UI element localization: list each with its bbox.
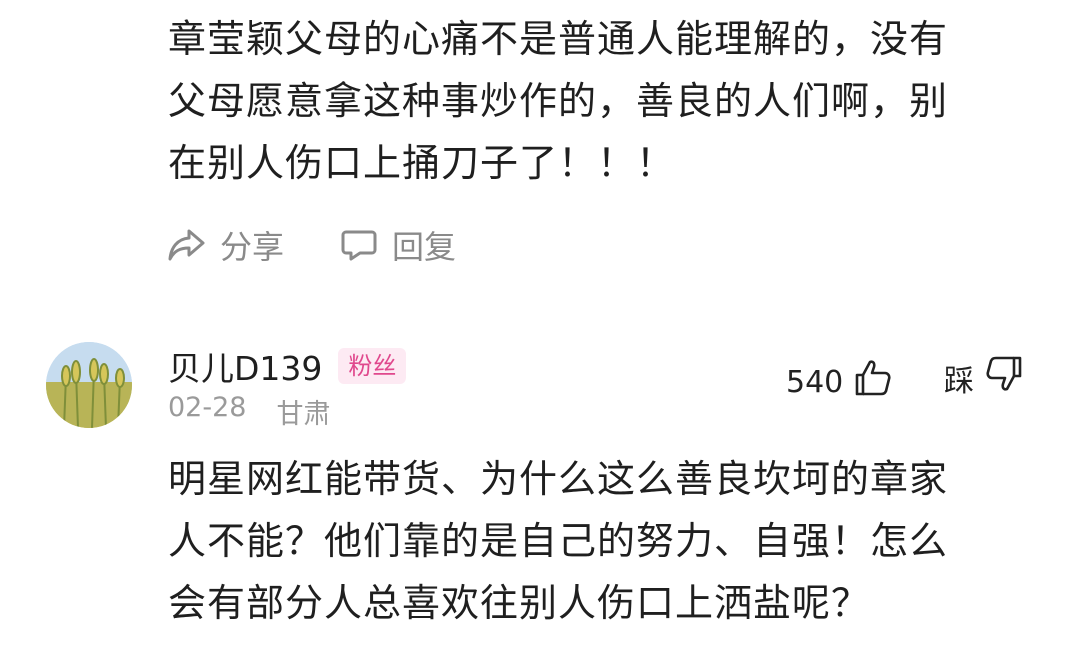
comment-line: 明星网红能带货、为什么这么善良坎坷的章家 [168, 457, 949, 501]
previous-comment-text: 章莹颖父母的心痛不是普通人能理解的，没有 父母愿意拿这种事炒作的，善良的人们啊，… [168, 8, 1028, 194]
comment-line: 会有部分人总喜欢往别人伤口上洒盐呢？ [168, 581, 871, 625]
dislike-label: 踩 [944, 364, 974, 399]
comment-location: 甘肃 [276, 399, 331, 430]
comment-line: 人不能？他们靠的是自己的努力、自强！怎么 [168, 519, 949, 563]
thumbs-up-icon [843, 358, 893, 406]
comment-line: 父母愿意拿这种事炒作的，善良的人们啊，别 [168, 79, 949, 123]
dislike-button[interactable]: 踩 [944, 354, 1024, 402]
comment-body: 明星网红能带货、为什么这么善良坎坷的章家 人不能？他们靠的是自己的努力、自强！怎… [168, 448, 1028, 634]
author-name[interactable]: 贝儿D139 [168, 342, 322, 390]
fan-badge: 粉丝 [338, 348, 407, 384]
reply-button[interactable]: 回复 [340, 222, 456, 268]
share-button[interactable]: 分享 [168, 222, 284, 268]
comment-meta: 02-28 甘肃 [168, 392, 330, 431]
comment-actions: 分享 回复 [168, 222, 512, 268]
share-label: 分享 [220, 228, 285, 266]
author-row: 贝儿D139 粉丝 [168, 342, 407, 390]
share-icon [168, 228, 206, 262]
comment-line: 在别人伤口上捅刀子了！！！ [168, 141, 676, 185]
like-button[interactable]: 540 [786, 358, 893, 406]
comment-bubble-icon [340, 228, 378, 262]
comment-line: 章莹颖父母的心痛不是普通人能理解的，没有 [168, 17, 949, 61]
thumbs-down-icon [974, 354, 1024, 402]
avatar[interactable] [46, 342, 132, 428]
reply-label: 回复 [392, 228, 457, 266]
comment-date: 02-28 [168, 392, 247, 423]
like-count: 540 [786, 364, 844, 400]
